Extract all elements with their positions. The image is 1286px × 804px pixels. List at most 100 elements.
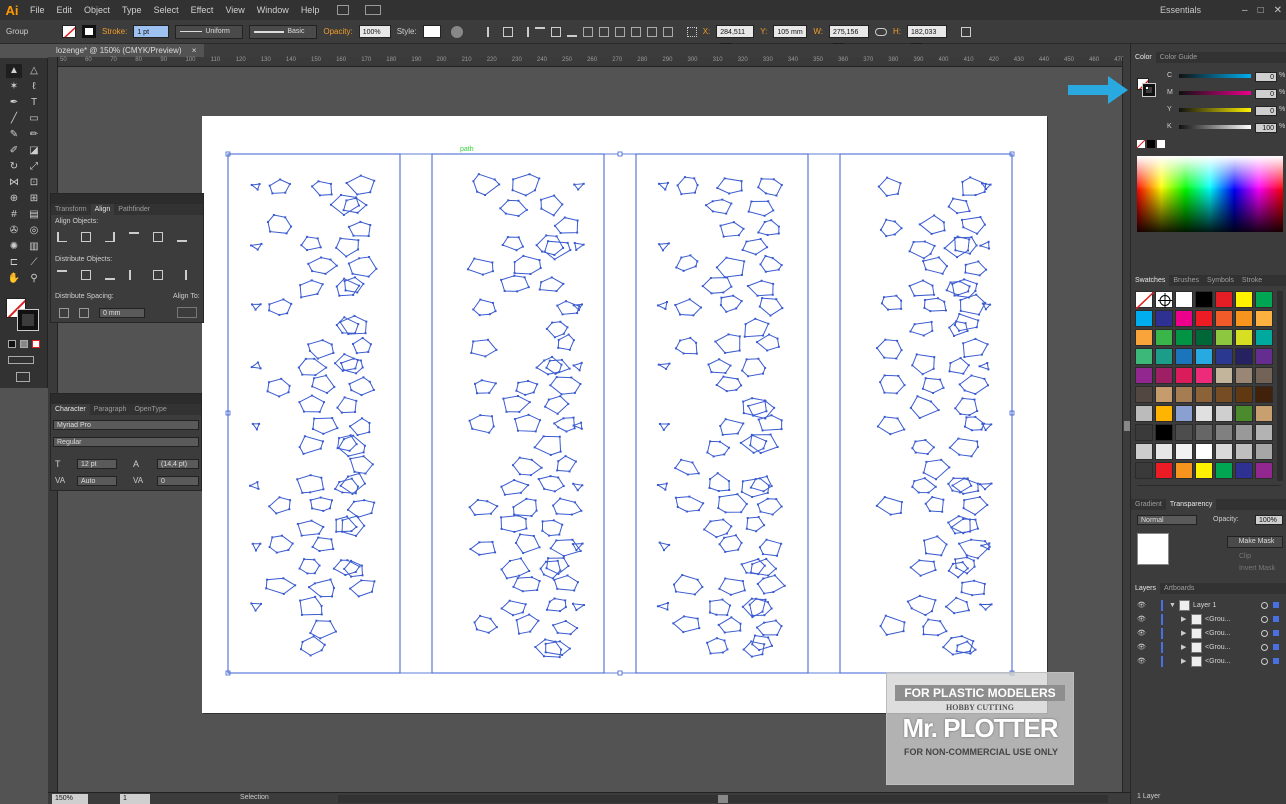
anchor-point[interactable] — [512, 464, 515, 467]
anchor-point[interactable] — [957, 437, 960, 440]
anchor-point[interactable] — [250, 183, 253, 186]
rectangle-tool-icon[interactable]: ▭ — [26, 112, 42, 126]
anchor-point[interactable] — [468, 506, 471, 509]
anchor-point[interactable] — [559, 450, 562, 453]
anchor-point[interactable] — [764, 192, 767, 195]
anchor-point[interactable] — [724, 550, 727, 553]
anchor-point[interactable] — [348, 382, 351, 385]
lozenge-shape[interactable] — [657, 363, 671, 370]
lozenge-shape[interactable] — [468, 414, 495, 434]
swatch[interactable] — [1235, 348, 1253, 365]
anchor-point[interactable] — [370, 512, 373, 515]
anchor-point[interactable] — [572, 339, 575, 342]
anchor-point[interactable] — [259, 367, 262, 370]
anchor-point[interactable] — [524, 393, 527, 396]
layer-name[interactable]: <Grou... — [1205, 655, 1230, 668]
anchor-point[interactable] — [879, 625, 882, 628]
anchor-point[interactable] — [517, 429, 520, 432]
menu-view[interactable]: View — [219, 0, 250, 20]
anchor-point[interactable] — [909, 406, 912, 409]
anchor-point[interactable] — [717, 623, 720, 626]
anchor-point[interactable] — [353, 276, 356, 279]
anchor-point[interactable] — [899, 182, 902, 185]
anchor-point[interactable] — [500, 278, 503, 281]
anchor-point[interactable] — [763, 621, 766, 624]
anchor-point[interactable] — [674, 303, 677, 306]
anchor-point[interactable] — [889, 513, 892, 516]
anchor-point[interactable] — [986, 362, 989, 365]
swatch[interactable] — [1155, 291, 1173, 308]
anchor-point[interactable] — [527, 379, 530, 382]
anchor-point[interactable] — [498, 183, 501, 186]
anchor-point[interactable] — [758, 477, 761, 480]
lozenge-shape[interactable] — [672, 615, 700, 633]
anchor-point[interactable] — [757, 231, 760, 234]
lozenge-shape[interactable] — [759, 297, 784, 317]
anchor-point[interactable] — [350, 477, 353, 480]
anchor-point[interactable] — [494, 310, 497, 313]
anchor-point[interactable] — [318, 550, 321, 553]
swatch[interactable] — [1235, 386, 1253, 403]
anchor-point[interactable] — [549, 547, 552, 550]
anchor-point[interactable] — [958, 329, 961, 332]
anchor-point[interactable] — [913, 323, 916, 326]
anchor-point[interactable] — [970, 538, 973, 541]
swatch[interactable] — [1195, 329, 1213, 346]
align-vcenter-icon[interactable] — [550, 26, 561, 37]
anchor-point[interactable] — [974, 289, 977, 292]
anchor-point[interactable] — [560, 363, 563, 366]
anchor-point[interactable] — [967, 364, 970, 367]
anchor-point[interactable] — [958, 383, 961, 386]
anchor-point[interactable] — [658, 541, 661, 544]
anchor-point[interactable] — [518, 473, 521, 476]
anchor-point[interactable] — [319, 447, 322, 450]
anchor-point[interactable] — [964, 322, 967, 325]
anchor-point[interactable] — [696, 578, 699, 581]
anchor-point[interactable] — [355, 352, 358, 355]
anchor-point[interactable] — [923, 240, 926, 243]
anchor-point[interactable] — [714, 340, 717, 343]
anchor-point[interactable] — [921, 279, 924, 282]
anchor-point[interactable] — [332, 351, 335, 354]
anchor-point[interactable] — [979, 244, 982, 247]
anchor-point[interactable] — [535, 509, 538, 512]
anchor-point[interactable] — [354, 410, 357, 413]
anchor-point[interactable] — [345, 182, 348, 185]
anchor-point[interactable] — [745, 571, 748, 574]
anchor-point[interactable] — [500, 527, 503, 530]
tab-opentype[interactable]: OpenType — [130, 404, 170, 415]
anchor-point[interactable] — [739, 629, 742, 632]
anchor-point[interactable] — [268, 184, 271, 187]
anchor-point[interactable] — [341, 369, 344, 372]
anchor-point[interactable] — [330, 595, 333, 598]
anchor-point[interactable] — [966, 329, 969, 332]
anchor-point[interactable] — [693, 593, 696, 596]
anchor-point[interactable] — [924, 268, 927, 271]
anchor-point[interactable] — [356, 434, 359, 437]
anchor-point[interactable] — [267, 220, 270, 223]
anchor-point[interactable] — [580, 303, 583, 306]
anchor-point[interactable] — [755, 530, 758, 533]
anchor-point[interactable] — [282, 577, 285, 580]
anchor-point[interactable] — [750, 597, 753, 600]
anchor-point[interactable] — [318, 564, 321, 567]
anchor-point[interactable] — [711, 200, 714, 203]
layer-name[interactable]: <Grou... — [1205, 613, 1230, 626]
lozenge-shape[interactable] — [943, 236, 970, 258]
anchor-point[interactable] — [300, 244, 303, 247]
anchor-point[interactable] — [962, 226, 965, 229]
anchor-point[interactable] — [512, 178, 515, 181]
anchor-point[interactable] — [466, 268, 469, 271]
anchor-point[interactable] — [494, 382, 497, 385]
anchor-point[interactable] — [945, 605, 948, 608]
anchor-point[interactable] — [675, 266, 678, 269]
anchor-point[interactable] — [547, 398, 550, 401]
anchor-point[interactable] — [357, 595, 360, 598]
layer-name[interactable]: <Grou... — [1205, 641, 1230, 654]
anchor-point[interactable] — [763, 220, 766, 223]
lozenge-shape[interactable] — [516, 614, 540, 635]
anchor-point[interactable] — [949, 362, 952, 365]
anchor-point[interactable] — [549, 475, 552, 478]
anchor-point[interactable] — [725, 390, 728, 393]
anchor-point[interactable] — [953, 324, 956, 327]
